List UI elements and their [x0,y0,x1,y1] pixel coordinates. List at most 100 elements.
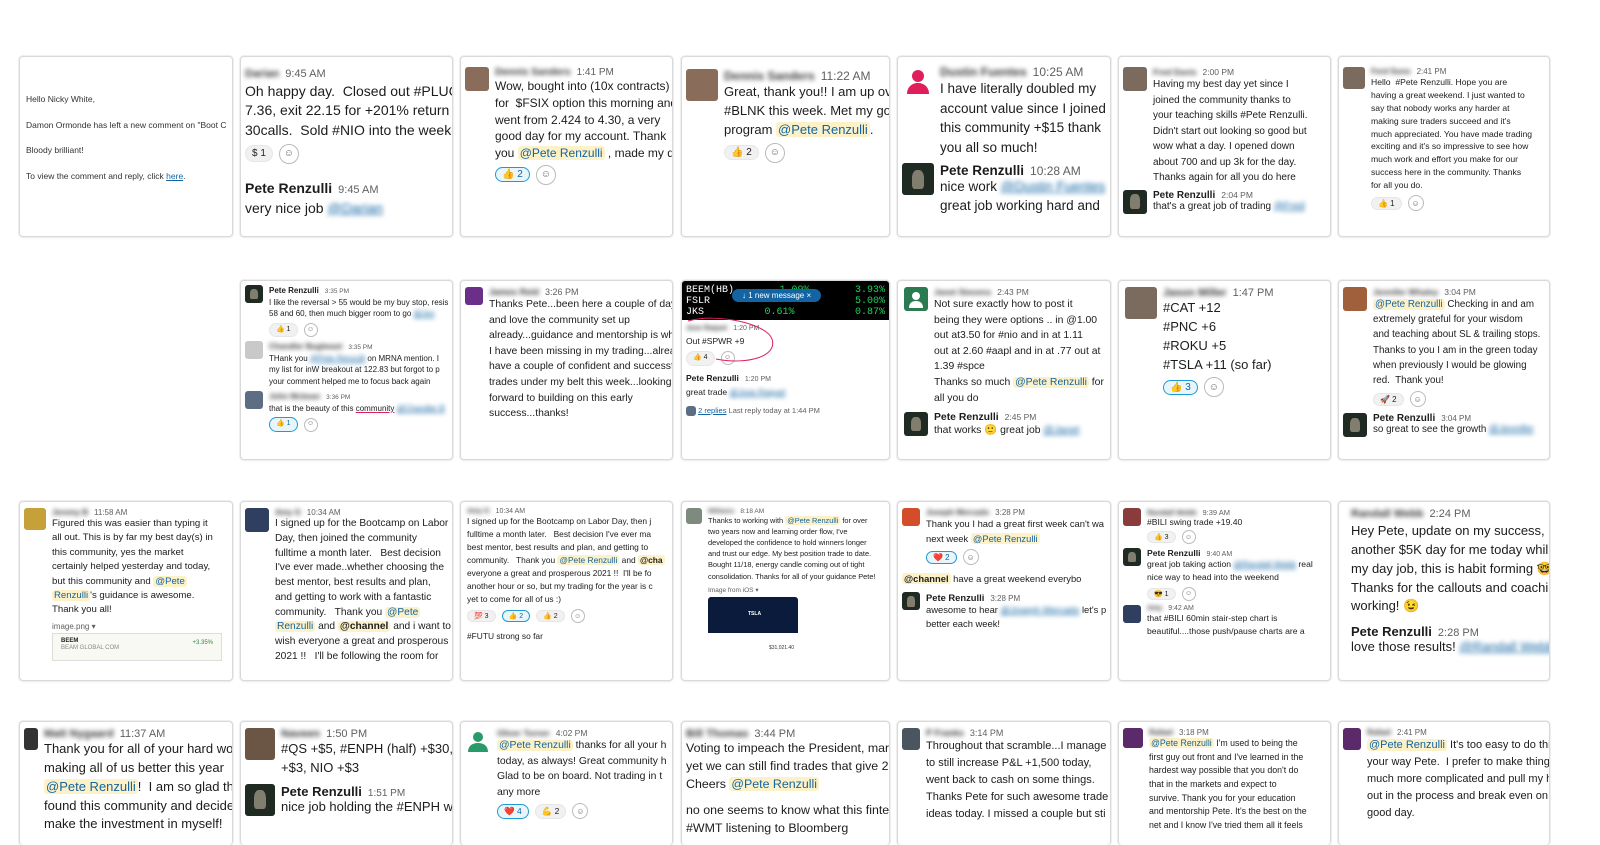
timestamp[interactable]: 2:24 PM [1430,508,1471,520]
author-name[interactable]: Pete Renzulli [934,412,999,423]
person-icon[interactable] [465,728,491,754]
timestamp[interactable]: 1:41 PM [577,67,614,78]
avatar[interactable] [245,285,263,303]
avatar[interactable] [24,508,46,530]
timestamp[interactable]: 2:28 PM [1438,627,1479,639]
author-name[interactable]: Dennis Sanders [495,67,571,78]
author-name[interactable]: James Reid [489,287,539,297]
mention[interactable]: @Randall Webb [1459,639,1549,654]
author-name[interactable]: John Mcbean [269,391,320,403]
reaction-rocket[interactable]: 🚀 2 [1373,392,1404,406]
channel-mention[interactable]: @channel [902,573,951,585]
author-name[interactable]: Pete Renzulli [686,372,739,385]
author-name[interactable]: Janet Stevens [934,287,991,297]
mention[interactable]: @Pete Renzulli [1149,738,1214,748]
author-name[interactable]: Oliver Turner [497,728,550,738]
author-name[interactable]: Pete Renzulli [269,285,319,297]
author-name[interactable]: Pete Renzulli [1153,190,1215,201]
mention[interactable]: @Pete Renzulli [310,354,365,363]
add-reaction-icon[interactable]: ☺ [572,803,589,820]
mention[interactable]: @Pete [153,575,187,587]
timestamp[interactable]: 3:04 PM [1444,287,1476,297]
timestamp[interactable]: 3:35 PM [325,287,349,296]
timestamp[interactable]: 10:25 AM [1033,65,1084,79]
avatar[interactable] [245,391,263,410]
author-name[interactable]: Pete Renzulli [1373,413,1435,424]
mention[interactable]: @Randall Webb [1233,559,1296,569]
avatar[interactable] [1343,413,1367,438]
avatar[interactable] [1123,508,1141,526]
reaction-thumbs-up[interactable]: 👍 2 [495,167,530,183]
timestamp[interactable]: 9:45 AM [338,183,378,198]
timestamp[interactable]: 3:26 PM [545,287,579,297]
author-name[interactable]: Chandler Bugbeast [269,341,342,353]
mention[interactable]: @Jennifer [1489,424,1534,435]
timestamp[interactable]: 1:50 PM [326,728,367,740]
avatar[interactable] [902,163,934,196]
author-name[interactable]: Joseph Mercado [926,508,989,517]
author-name[interactable]: Matt Nygaard [44,728,114,740]
attachment-image[interactable]: BEEM BEAM GLOBAL COM +3.35% [52,632,222,661]
avatar[interactable] [1123,728,1143,748]
mention[interactable]: @Joseph Mercado [1001,604,1080,615]
avatar[interactable] [1343,67,1365,89]
reaction-heart[interactable]: ❤️ 2 [926,550,957,564]
timestamp[interactable]: 2:04 PM [1221,190,1253,200]
author-name[interactable]: Pete Renzulli [926,592,984,603]
avatar[interactable] [902,728,920,750]
author-name[interactable]: Darian [245,67,279,82]
add-reaction-icon[interactable]: ☺ [1181,530,1196,544]
add-reaction-icon[interactable]: ☺ [962,549,979,566]
author-name[interactable]: Naveen [281,728,320,740]
timestamp[interactable]: 11:22 AM [821,69,871,83]
author-name[interactable]: Amy G [467,508,490,515]
author-name[interactable]: Pete Renzulli [1351,624,1432,639]
timestamp[interactable]: 3:36 PM [326,393,350,402]
reaction-heart[interactable]: ❤️ 4 [497,803,529,819]
timestamp[interactable]: 1:51 PM [368,788,405,799]
reaction-dollar[interactable]: $ 1 [245,144,273,163]
add-reaction-icon[interactable]: ☺ [1181,586,1196,601]
timestamp[interactable]: 9:40 AM [1206,551,1232,558]
add-reaction-icon[interactable]: ☺ [303,417,318,432]
email-here-link[interactable]: here [166,171,183,181]
mention[interactable]: @Pete Renzulli [44,778,138,794]
timestamp[interactable]: 4:02 PM [556,728,588,738]
author-name[interactable]: Amy G [275,508,301,517]
new-message-banner[interactable]: ↓ 1 new message × [732,289,822,302]
avatar[interactable] [245,728,275,760]
mention[interactable]: @Pete [385,606,421,618]
add-reaction-icon[interactable]: ☺ [1203,377,1224,398]
author-name[interactable]: Jeremy B [52,508,88,517]
reaction-thumbs-up[interactable]: 👍 2 [501,610,531,623]
timestamp[interactable]: 2:45 PM [1005,412,1037,422]
avatar[interactable] [1125,287,1157,319]
reaction-thumbs-up[interactable]: 👍 2 [536,610,565,623]
mention[interactable]: @Pete Renzulli [1373,299,1445,310]
timestamp[interactable]: 2:43 PM [997,287,1029,297]
avatar[interactable] [245,508,269,532]
avatar[interactable] [465,287,483,305]
avatar[interactable] [1123,548,1141,566]
mention[interactable]: @Pete Renzulli [497,740,573,751]
mention[interactable]: @Darian [327,200,382,216]
person-icon[interactable] [902,65,934,97]
add-reaction-icon[interactable]: ☺ [570,609,585,624]
avatar[interactable] [686,508,702,524]
avatar[interactable] [1123,604,1141,623]
author-name[interactable]: Ferd Suno [1371,67,1411,76]
mention[interactable]: @Pete Renzulli [776,121,870,137]
mention[interactable]: @Fred [1274,201,1305,212]
mention[interactable]: @Pete Renzulli [1367,739,1447,751]
channel-mention[interactable]: @channel [337,621,391,633]
timestamp[interactable]: 3:28 PM [990,594,1020,603]
timestamp[interactable]: 11:58 AM [94,508,127,517]
reaction-thumbs-up[interactable]: 👍 3 [1147,531,1176,543]
reaction-thumbs-up[interactable]: 👍 1 [269,322,298,337]
author-name[interactable]: Randall Webb [1351,508,1424,520]
avatar[interactable] [465,67,489,91]
author-name[interactable]: Dustin Fuentes [940,65,1027,79]
add-reaction-icon[interactable]: ☺ [764,142,785,163]
reaction-thumbs-up[interactable]: 👍 1 [1371,196,1402,210]
avatar[interactable] [686,69,718,101]
